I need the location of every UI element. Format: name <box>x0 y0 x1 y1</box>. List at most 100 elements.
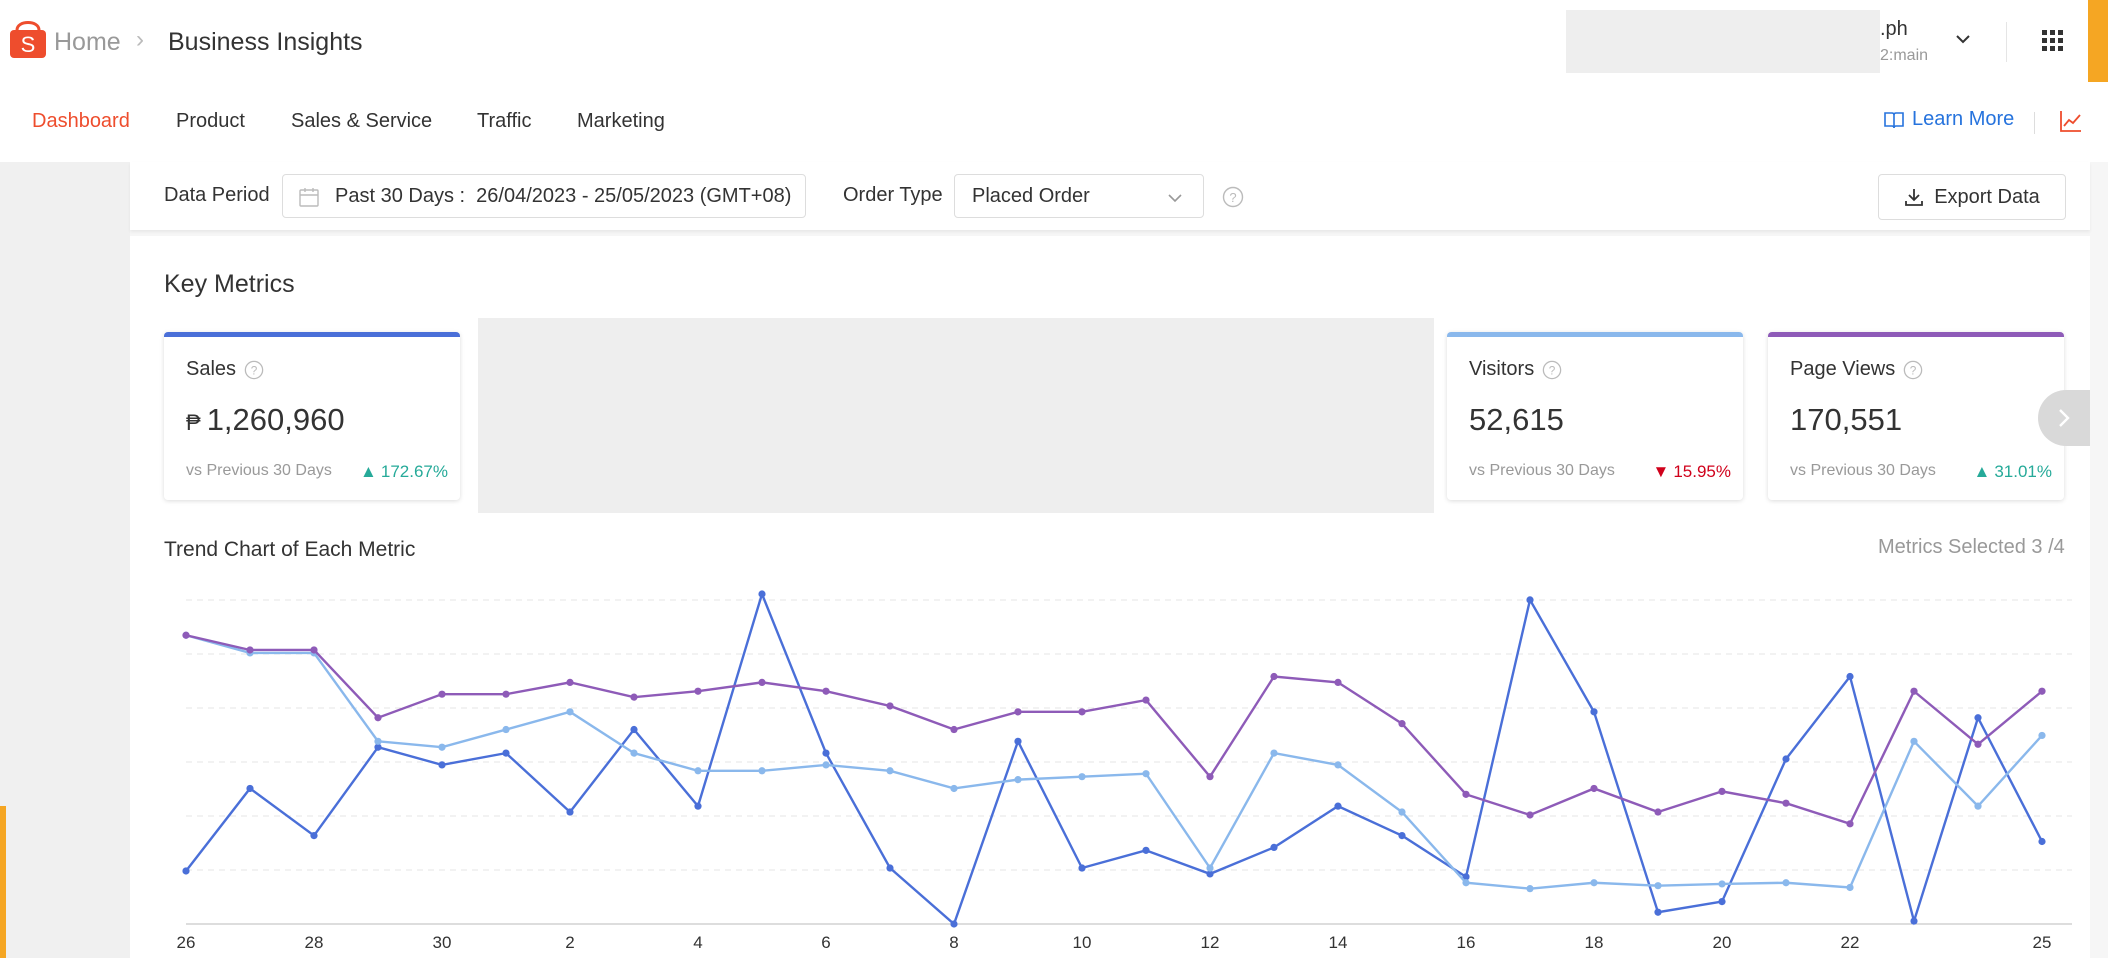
metrics-selected-label[interactable]: Metrics Selected 3 /4 <box>1878 536 2065 559</box>
data-point[interactable] <box>822 761 830 769</box>
data-point[interactable] <box>2038 687 2046 695</box>
tab-sales-service[interactable]: Sales & Service <box>291 110 432 133</box>
data-point[interactable] <box>1142 696 1150 704</box>
data-point[interactable] <box>566 708 574 716</box>
data-point[interactable] <box>694 802 702 810</box>
data-point[interactable] <box>1142 770 1150 778</box>
learn-more-link[interactable]: Learn More <box>1884 108 2014 131</box>
metric-card-visitors[interactable]: Visitors ? 52,615 vs Previous 30 Days ▼ 1… <box>1447 332 1743 500</box>
data-point[interactable] <box>502 725 510 734</box>
data-point[interactable] <box>1654 908 1662 916</box>
help-icon[interactable]: ? <box>1542 360 1562 380</box>
data-point[interactable] <box>1206 773 1214 781</box>
account-name[interactable]: .ph <box>1880 18 1908 41</box>
data-point[interactable] <box>502 690 510 698</box>
data-point[interactable] <box>1334 678 1342 686</box>
data-point[interactable] <box>1270 843 1278 851</box>
data-point[interactable] <box>1590 784 1598 793</box>
data-point[interactable] <box>1974 714 1982 722</box>
data-point[interactable] <box>822 749 830 757</box>
data-point[interactable] <box>1846 883 1854 892</box>
data-point[interactable] <box>1526 885 1534 893</box>
data-point[interactable] <box>886 767 894 775</box>
data-point[interactable] <box>1590 879 1598 887</box>
data-point[interactable] <box>1910 687 1918 695</box>
data-point[interactable] <box>246 784 254 793</box>
data-point[interactable] <box>2038 731 2046 740</box>
data-point[interactable] <box>1846 820 1854 828</box>
data-point[interactable] <box>374 714 382 722</box>
data-point[interactable] <box>1334 761 1342 769</box>
data-point[interactable] <box>1014 708 1022 716</box>
data-point[interactable] <box>1910 917 1918 925</box>
data-point[interactable] <box>1206 864 1214 872</box>
data-point[interactable] <box>758 678 766 686</box>
data-point[interactable] <box>630 725 638 734</box>
cards-next-button[interactable] <box>2038 390 2090 446</box>
tab-traffic[interactable]: Traffic <box>477 110 531 133</box>
data-point[interactable] <box>1078 773 1086 781</box>
data-point[interactable] <box>1462 790 1470 798</box>
tab-product[interactable]: Product <box>176 110 245 133</box>
metric-card-page-views[interactable]: Page Views ? 170,551 vs Previous 30 Days… <box>1768 332 2064 500</box>
data-point[interactable] <box>1142 846 1150 854</box>
data-point[interactable] <box>182 867 190 875</box>
data-point[interactable] <box>310 646 318 654</box>
data-point[interactable] <box>374 737 382 745</box>
data-point[interactable] <box>822 687 830 695</box>
data-point[interactable] <box>2038 837 2046 846</box>
breadcrumb-home[interactable]: Home <box>54 28 121 57</box>
help-icon[interactable]: ? <box>1903 360 1923 380</box>
order-type-select[interactable]: Placed Order <box>954 174 1204 218</box>
data-point[interactable] <box>246 646 254 654</box>
data-point[interactable] <box>1718 898 1726 906</box>
data-point[interactable] <box>950 725 958 734</box>
data-point[interactable] <box>886 864 894 872</box>
data-point[interactable] <box>438 761 446 769</box>
data-point[interactable] <box>1846 672 1854 681</box>
help-icon[interactable]: ? <box>1222 186 1244 208</box>
tab-marketing[interactable]: Marketing <box>577 110 665 133</box>
data-point[interactable] <box>1910 737 1918 745</box>
data-point[interactable] <box>1398 808 1406 816</box>
chevron-down-icon[interactable] <box>1955 31 1971 47</box>
shopee-logo-icon[interactable]: S <box>8 16 48 60</box>
apps-grid-icon[interactable] <box>2042 30 2064 52</box>
help-icon[interactable]: ? <box>244 360 264 380</box>
metric-card-sales[interactable]: Sales ? ₱ 1,260,960 vs Previous 30 Days ▲… <box>164 332 460 500</box>
trend-chart-icon[interactable] <box>2060 110 2082 132</box>
data-point[interactable] <box>1014 776 1022 784</box>
data-point[interactable] <box>438 743 446 751</box>
data-point[interactable] <box>438 690 446 698</box>
data-point[interactable] <box>694 687 702 695</box>
data-point[interactable] <box>1462 879 1470 887</box>
data-point[interactable] <box>950 920 958 928</box>
data-point[interactable] <box>182 631 190 639</box>
data-point[interactable] <box>502 749 510 757</box>
data-point[interactable] <box>758 767 766 775</box>
data-point[interactable] <box>1526 596 1534 604</box>
data-point[interactable] <box>1270 749 1278 757</box>
data-point[interactable] <box>1398 720 1406 728</box>
data-point[interactable] <box>1398 832 1406 840</box>
data-point[interactable] <box>1718 787 1726 796</box>
tab-dashboard[interactable]: Dashboard <box>32 110 130 133</box>
data-point[interactable] <box>1974 740 1982 748</box>
data-point[interactable] <box>1782 799 1790 807</box>
data-point[interactable] <box>1334 802 1342 810</box>
data-point[interactable] <box>1974 802 1982 810</box>
data-point[interactable] <box>1782 879 1790 887</box>
data-point[interactable] <box>1718 880 1726 888</box>
data-point[interactable] <box>630 749 638 757</box>
data-point[interactable] <box>310 832 318 840</box>
data-point[interactable] <box>950 784 958 793</box>
data-point[interactable] <box>1270 672 1278 681</box>
data-point[interactable] <box>694 767 702 775</box>
data-point[interactable] <box>1078 708 1086 716</box>
data-point[interactable] <box>1654 882 1662 890</box>
data-point[interactable] <box>1590 708 1598 716</box>
data-point[interactable] <box>1078 864 1086 872</box>
data-point[interactable] <box>886 702 894 710</box>
data-point[interactable] <box>566 678 574 686</box>
data-point[interactable] <box>1654 808 1662 816</box>
